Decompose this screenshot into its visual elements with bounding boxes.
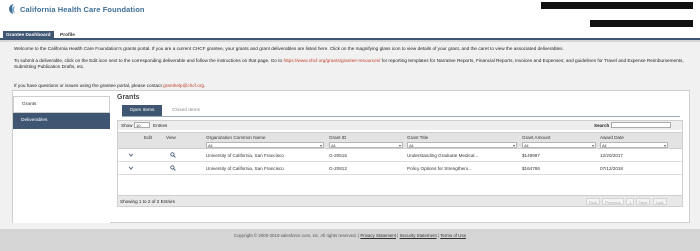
site-header: California Health Care Foundation bbox=[0, 0, 700, 30]
show-label: Show bbox=[121, 123, 133, 128]
column-header-view[interactable]: View bbox=[166, 135, 176, 140]
cell-grant-amount: $164786 bbox=[522, 166, 540, 171]
filter-grant-amount[interactable]: All bbox=[522, 142, 596, 148]
filter-award-date[interactable]: All bbox=[600, 142, 668, 148]
logo-text: California Health Care Foundation bbox=[20, 4, 145, 14]
filter-grant-id[interactable]: All bbox=[329, 142, 403, 148]
logo-mark-icon bbox=[8, 2, 18, 16]
pager-last-button[interactable]: Last bbox=[653, 198, 667, 205]
cell-grant-title: Understanding Graduate Medical... bbox=[407, 153, 479, 158]
tab-open-items[interactable]: Open Items bbox=[122, 105, 162, 116]
sidebar-item-deliverables[interactable]: Deliverables bbox=[13, 113, 110, 129]
tab-bar: Grantee Dashboard Profile bbox=[0, 30, 700, 40]
column-header-grant-amount[interactable]: Grant Amount bbox=[522, 135, 550, 140]
sidebar: Grants Deliverables bbox=[13, 91, 110, 223]
grants-panel: Grants Open Items Closed Items Show 10 E… bbox=[116, 91, 689, 223]
table-controls: Show 10 Entries Search bbox=[118, 121, 682, 130]
divider bbox=[122, 116, 680, 117]
cell-award-date: 12/20/2017 bbox=[600, 153, 623, 158]
cell-organization: University of California, San Francisco bbox=[206, 153, 284, 158]
column-header-award-date[interactable]: Award Date bbox=[600, 135, 624, 140]
tab-closed-items[interactable]: Closed Items bbox=[168, 105, 204, 116]
help-text: . bbox=[204, 83, 206, 88]
table-empty-space bbox=[118, 175, 682, 195]
redacted-block bbox=[590, 20, 693, 27]
redacted-block bbox=[541, 2, 693, 9]
terms-of-use-link[interactable]: Terms of Use bbox=[440, 233, 466, 238]
magnifying-glass-icon[interactable] bbox=[170, 152, 176, 158]
instructions-text: To submit a deliverable, click on the Ed… bbox=[14, 58, 284, 63]
submit-instructions: To submit a deliverable, click on the Ed… bbox=[14, 58, 686, 70]
cell-grant-id: G-20516 bbox=[329, 153, 347, 158]
cell-organization: University of California, San Francisco bbox=[206, 166, 284, 171]
copyright-text: Copyright © 2000-2019 salesforce.com, in… bbox=[233, 233, 357, 238]
logo[interactable]: California Health Care Foundation bbox=[8, 2, 145, 16]
search-label: Search bbox=[594, 123, 610, 128]
pager-next-button[interactable]: Next bbox=[636, 198, 651, 205]
filter-grant-title[interactable]: All bbox=[407, 142, 517, 148]
grants-card: Grants Deliverables Grants Open Items Cl… bbox=[12, 90, 690, 223]
pager-first-button[interactable]: First bbox=[586, 198, 600, 205]
chevron-down-icon[interactable] bbox=[128, 165, 134, 171]
cell-grant-id: G-20812 bbox=[329, 166, 347, 171]
table-row: University of California, San Francisco … bbox=[118, 162, 682, 175]
page-body: Welcome to the California Health Care Fo… bbox=[0, 42, 700, 229]
privacy-statement-link[interactable]: Privacy Statement bbox=[360, 233, 396, 238]
column-header-grant-id[interactable]: Grant ID bbox=[329, 135, 346, 140]
cell-grant-title: Policy Options for Strengtheni... bbox=[407, 166, 472, 171]
grants-table: Show 10 Entries Search Edit View Organiz… bbox=[117, 120, 683, 207]
intro-paragraph: Welcome to the California Health Care Fo… bbox=[14, 46, 564, 51]
entries-label: Entries bbox=[153, 123, 168, 128]
magnifying-glass-icon[interactable] bbox=[170, 165, 176, 171]
chevron-down-icon[interactable] bbox=[128, 152, 134, 158]
tab-grantee-dashboard[interactable]: Grantee Dashboard bbox=[3, 31, 54, 40]
cell-grant-amount: $149997 bbox=[522, 153, 540, 158]
pager-previous-button[interactable]: Previous bbox=[602, 198, 624, 205]
help-text: If you have questions or issues using th… bbox=[14, 83, 164, 88]
column-header-grant-title[interactable]: Grant Title bbox=[407, 135, 428, 140]
sidebar-item-grants[interactable]: Grants bbox=[13, 96, 110, 113]
section-title: Grants bbox=[117, 94, 140, 101]
table-footer: Showing 1 to 2 of 2 Entries First Previo… bbox=[118, 195, 682, 206]
table-row: University of California, San Francisco … bbox=[118, 149, 682, 162]
tab-profile[interactable]: Profile bbox=[57, 31, 78, 40]
page-footer: Copyright © 2000-2019 salesforce.com, in… bbox=[233, 233, 467, 238]
column-header-organization[interactable]: Organization Common Name bbox=[206, 135, 266, 140]
help-contact: If you have questions or issues using th… bbox=[14, 83, 686, 89]
grantee-resources-link[interactable]: https://www.chcf.org/grants/grantee-reso… bbox=[283, 58, 380, 63]
cell-award-date: 07/12/2018 bbox=[600, 166, 623, 171]
granthelp-email-link[interactable]: granthelp@chcf.org bbox=[163, 83, 204, 88]
security-statement-link[interactable]: Security Statement bbox=[400, 233, 437, 238]
filter-organization[interactable]: All bbox=[206, 142, 324, 148]
table-header: Edit View Organization Common Name Grant… bbox=[118, 132, 682, 149]
column-header-edit[interactable]: Edit bbox=[144, 135, 152, 140]
search-input[interactable] bbox=[611, 122, 671, 128]
entries-count: Showing 1 to 2 of 2 Entries bbox=[120, 199, 175, 204]
page-size-select[interactable]: 10 bbox=[134, 122, 150, 128]
pager-page-1-button[interactable]: 1 bbox=[626, 198, 635, 205]
